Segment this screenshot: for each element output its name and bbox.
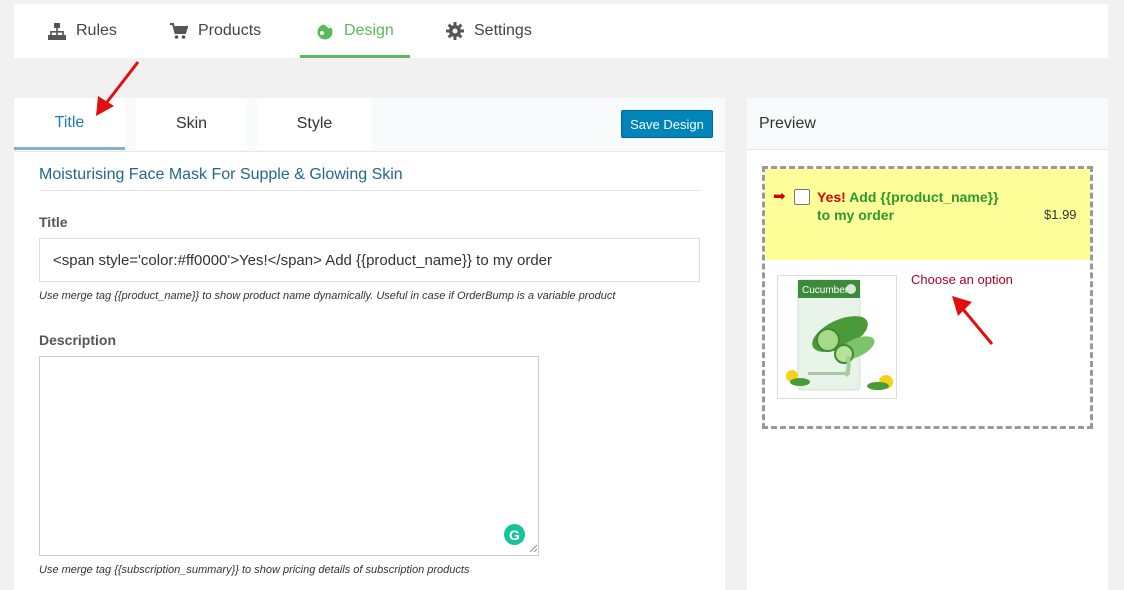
description-hint: Use merge tag {{subscription_summary}} t… — [39, 564, 470, 576]
nav-settings[interactable]: Settings — [446, 4, 532, 58]
preview-header: Preview — [747, 98, 1108, 150]
preview-heading: Preview — [759, 115, 816, 132]
nav-products[interactable]: Products — [170, 4, 261, 58]
annotation-arrow-icon — [952, 296, 994, 345]
nav-settings-label: Settings — [474, 22, 532, 39]
description-label: Description — [39, 332, 117, 348]
arrow-right-icon: ➡ — [773, 188, 786, 205]
nav-design[interactable]: Design — [300, 4, 410, 58]
nav-design-label: Design — [344, 22, 394, 39]
order-bump-box: ➡ Yes! Add {{product_name}} to my order … — [762, 166, 1093, 429]
nav-rules[interactable]: Rules — [48, 4, 117, 58]
tab-skin[interactable]: Skin — [136, 98, 247, 150]
cart-icon — [170, 22, 188, 40]
annotation-arrow-icon — [96, 61, 140, 116]
choose-option-link[interactable]: Choose an option — [911, 272, 1013, 287]
bump-price: $1.99 — [1044, 207, 1077, 222]
sitemap-icon — [48, 22, 66, 40]
resize-handle-icon[interactable] — [529, 544, 537, 552]
top-nav: Rules Products Design Settings — [14, 4, 1108, 58]
palette-icon — [316, 22, 334, 40]
product-image-text: Cucumber — [802, 285, 849, 296]
design-editor-panel: Title Skin Style Save Design Moisturisin… — [14, 98, 725, 590]
product-name-heading: Moisturising Face Mask For Supple & Glow… — [39, 166, 403, 183]
title-hint: Use merge tag {{product_name}} to show p… — [39, 290, 616, 302]
title-label: Title — [39, 214, 68, 230]
grammarly-icon[interactable]: G — [504, 524, 525, 545]
description-textarea[interactable] — [39, 356, 539, 556]
bump-title: Yes! Add {{product_name}} to my order — [817, 188, 1007, 224]
bump-checkbox[interactable] — [794, 189, 810, 205]
product-image: Cucumber — [777, 275, 897, 399]
nav-rules-label: Rules — [76, 22, 117, 39]
tab-style[interactable]: Style — [257, 98, 372, 150]
bump-yes: Yes! — [817, 189, 846, 205]
preview-panel: Preview ➡ Yes! Add {{product_name}} to m… — [747, 98, 1108, 590]
order-bump-header: ➡ Yes! Add {{product_name}} to my order … — [765, 169, 1090, 260]
nav-products-label: Products — [198, 22, 262, 39]
save-design-button[interactable]: Save Design — [621, 110, 713, 138]
title-input[interactable] — [39, 238, 700, 282]
divider — [39, 190, 701, 191]
gear-icon — [446, 22, 464, 40]
